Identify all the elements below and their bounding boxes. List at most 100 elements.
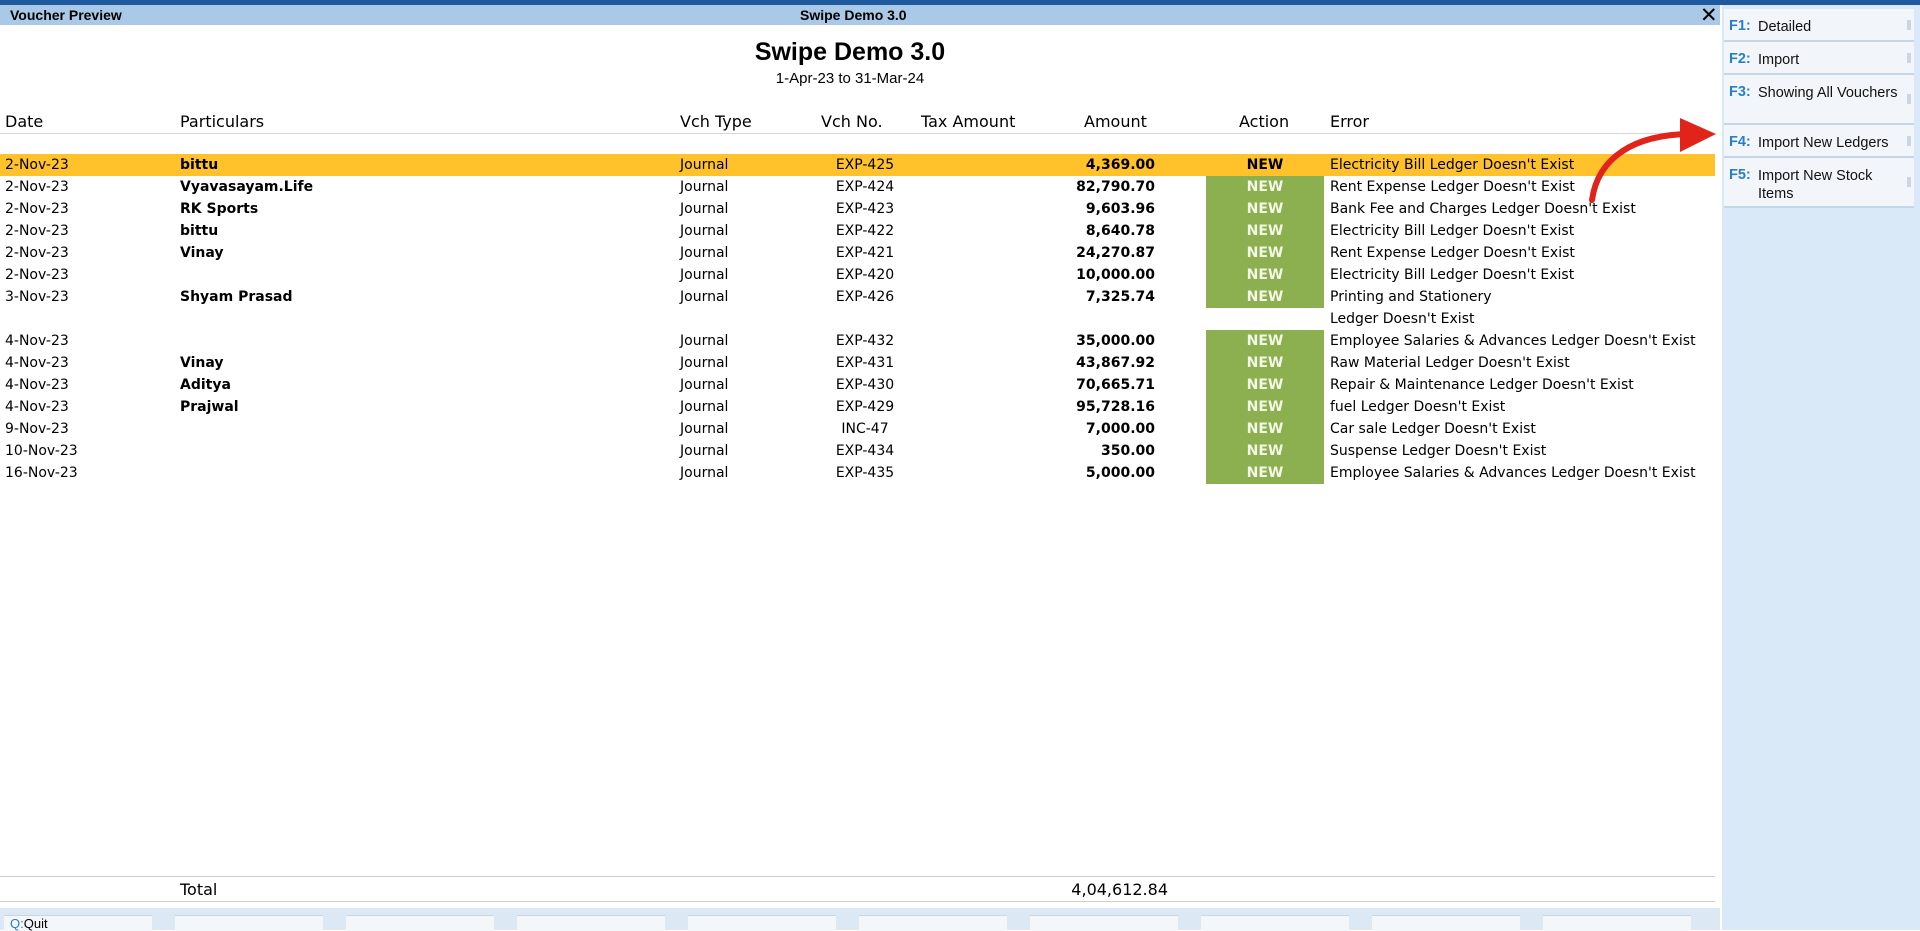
table-row[interactable]: 4-Nov-23 Prajwal Journal EXP-429 95,728.16 NE… <box>0 396 1715 418</box>
action-badge: NEW <box>1206 352 1324 374</box>
window-title: Voucher Preview <box>10 7 122 23</box>
cell-error: Repair & Maintenance Ledger Doesn't Exis… <box>1330 377 1634 393</box>
sidebar-scroll-mark <box>1907 135 1911 146</box>
cell-vch-type: Journal <box>680 179 729 195</box>
cell-error: fuel Ledger Doesn't Exist <box>1330 399 1506 415</box>
action-badge: NEW <box>1206 462 1324 484</box>
total-amount: 4,04,612.84 <box>1071 880 1168 899</box>
cell-vch-no: EXP-424 <box>835 179 895 195</box>
table-row[interactable]: 2-Nov-23 Vinay Journal EXP-421 24,270.87 NEW R… <box>0 242 1715 264</box>
bottom-button-empty[interactable] <box>688 915 836 931</box>
cell-error: Raw Material Ledger Doesn't Exist <box>1330 355 1570 371</box>
bottom-button-empty[interactable] <box>1372 915 1520 931</box>
cell-vch-no: EXP-422 <box>835 223 895 239</box>
cell-amount: 8,640.78 <box>1085 223 1155 239</box>
action-badge: NEW <box>1206 440 1324 462</box>
sidebar-key: F2: <box>1729 51 1751 67</box>
cell-vch-no: EXP-432 <box>835 333 895 349</box>
table-row[interactable]: 4-Nov-23 Journal EXP-432 35,000.00 NEW Employ… <box>0 330 1715 352</box>
quit-button[interactable]: Q:Quit <box>4 915 152 931</box>
table-row[interactable]: 16-Nov-23 Journal EXP-435 5,000.00 NEW Employ… <box>0 462 1715 484</box>
table-row[interactable]: 2-Nov-23 RK Sports Journal EXP-423 9,603.96 N… <box>0 198 1715 220</box>
cell-amount: 43,867.92 <box>1076 355 1155 371</box>
cell-amount: 35,000.00 <box>1076 333 1155 349</box>
sidebar-button-import-new-stock-items[interactable]: F5: Import New Stock Items <box>1724 158 1914 208</box>
cell-vch-type: Journal <box>680 223 729 239</box>
cell-amount: 70,665.71 <box>1076 377 1155 393</box>
col-particulars: Particulars <box>180 112 265 131</box>
sidebar-button-showing-all-vouchers[interactable]: F3: Showing All Vouchers <box>1724 75 1914 125</box>
company-title: Swipe Demo 3.0 <box>800 7 907 23</box>
cell-error: Rent Expense Ledger Doesn't Exist <box>1330 245 1575 261</box>
header-divider <box>0 133 1715 134</box>
sidebar-key: F3: <box>1729 84 1751 100</box>
action-badge: NEW <box>1206 286 1324 308</box>
table-row[interactable]: 4-Nov-23 Aditya Journal EXP-430 70,665.71 NEW… <box>0 374 1715 396</box>
cell-vch-type: Journal <box>680 443 729 459</box>
action-badge: NEW <box>1206 374 1324 396</box>
cell-vch-type: Journal <box>680 201 729 217</box>
col-date: Date <box>5 112 44 131</box>
close-icon[interactable]: ✕ <box>1700 3 1718 28</box>
cell-particulars: bittu <box>180 157 219 173</box>
cell-vch-no: EXP-434 <box>835 443 895 459</box>
bottom-button-empty[interactable] <box>1030 915 1178 931</box>
table-row[interactable]: 2-Nov-23 Vyavasayam.Life Journal EXP-424 82,… <box>0 176 1715 198</box>
cell-vch-no: EXP-420 <box>835 267 895 283</box>
table-row[interactable]: 3-Nov-23 Shyam Prasad Journal EXP-426 7,325.… <box>0 286 1715 308</box>
bottom-button-empty[interactable] <box>1201 915 1349 931</box>
bottom-button-empty[interactable] <box>175 915 323 931</box>
action-badge: NEW <box>1206 418 1324 440</box>
cell-error: Rent Expense Ledger Doesn't Exist <box>1330 179 1575 195</box>
sidebar-key: F5: <box>1729 167 1751 183</box>
action-badge: NEW <box>1206 220 1324 242</box>
cell-error: Car sale Ledger Doesn't Exist <box>1330 421 1536 437</box>
cell-particulars: Vinay <box>180 355 224 371</box>
bottom-button-empty[interactable] <box>1543 915 1691 931</box>
cell-date: 2-Nov-23 <box>5 223 69 239</box>
cell-error: Suspense Ledger Doesn't Exist <box>1330 443 1547 459</box>
sidebar-label: Detailed <box>1758 19 1812 35</box>
annotation-arrow-icon <box>1589 118 1716 203</box>
cell-error: Electricity Bill Ledger Doesn't Exist <box>1330 223 1575 239</box>
cell-date: 2-Nov-23 <box>5 267 69 283</box>
cell-vch-no: EXP-435 <box>835 465 895 481</box>
cell-amount: 82,790.70 <box>1076 179 1155 195</box>
cell-vch-type: Journal <box>680 157 729 173</box>
cell-particulars: bittu <box>180 223 219 239</box>
table-row[interactable]: 2-Nov-23 bittu Journal EXP-422 8,640.78 NEW El… <box>0 220 1715 242</box>
cell-vch-type: Journal <box>680 377 729 393</box>
action-badge: NEW <box>1206 242 1324 264</box>
action-badge: NEW <box>1206 264 1324 286</box>
sidebar-button-import[interactable]: F2: Import <box>1724 42 1914 75</box>
action-badge: NEW <box>1246 157 1284 173</box>
sidebar-scroll-mark <box>1907 19 1911 30</box>
cell-vch-no: EXP-429 <box>835 399 895 415</box>
sidebar-scroll-mark <box>1907 177 1911 187</box>
cell-amount: 10,000.00 <box>1076 267 1155 283</box>
cell-date: 4-Nov-23 <box>5 377 69 393</box>
cell-particulars: Aditya <box>180 377 231 393</box>
cell-date: 16-Nov-23 <box>5 465 78 481</box>
cell-particulars: RK Sports <box>180 201 259 217</box>
action-badge: NEW <box>1206 396 1324 418</box>
table-row[interactable]: 10-Nov-23 Journal EXP-434 350.00 NEW Suspense… <box>0 440 1715 462</box>
table-row[interactable]: 2-Nov-23 bittu Journal EXP-425 4,369.00 NEW El… <box>0 154 1715 176</box>
bottom-button-empty[interactable] <box>859 915 1007 931</box>
bottom-button-empty[interactable] <box>346 915 494 931</box>
cell-vch-no: EXP-431 <box>835 355 895 371</box>
sidebar-scroll-mark <box>1907 52 1911 63</box>
col-vch-no: Vch No. <box>821 112 883 131</box>
title-bar: Voucher Preview Swipe Demo 3.0 ✕ <box>0 3 1720 28</box>
sidebar-label: Import <box>1758 52 1800 68</box>
bottom-button-empty[interactable] <box>517 915 665 931</box>
table-row[interactable]: 9-Nov-23 Journal INC-47 7,000.00 NEW Car sale… <box>0 418 1715 440</box>
cell-amount: 95,728.16 <box>1076 399 1155 415</box>
sidebar-button-detailed[interactable]: F1: Detailed <box>1724 9 1914 42</box>
table-row[interactable]: 4-Nov-23 Vinay Journal EXP-431 43,867.92 NEW R… <box>0 352 1715 374</box>
table-row[interactable]: 2-Nov-23 Journal EXP-420 10,000.00 NEW Electr… <box>0 264 1715 286</box>
sidebar-label: Import New Ledgers <box>1758 135 1889 151</box>
cell-error: Printing and Stationery <box>1330 289 1492 305</box>
sidebar-button-import-new-ledgers[interactable]: F4: Import New Ledgers <box>1724 125 1914 158</box>
cell-date: 9-Nov-23 <box>5 421 69 437</box>
